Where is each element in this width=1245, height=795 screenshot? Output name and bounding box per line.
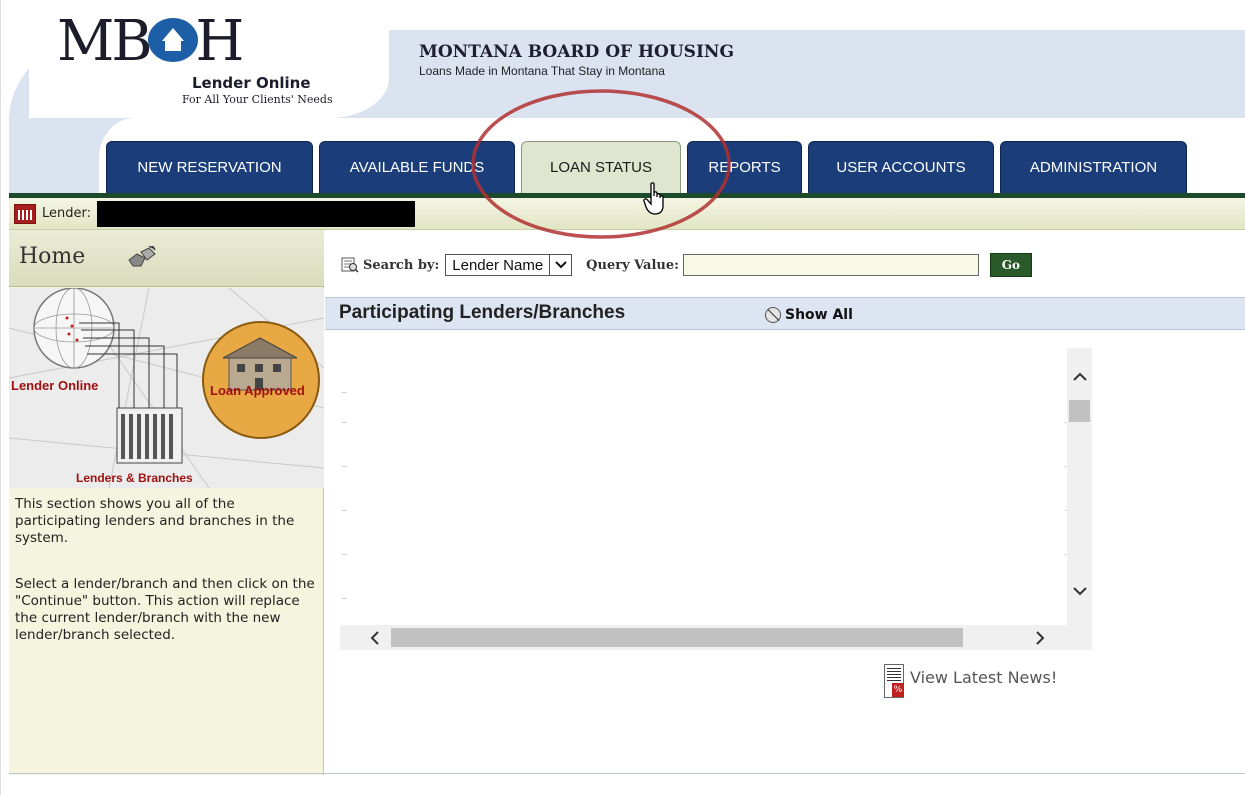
bank-icon bbox=[14, 203, 36, 224]
hand-cursor-icon bbox=[643, 182, 664, 215]
list-row-marker bbox=[342, 466, 347, 467]
tab-user-accounts[interactable]: USER ACCOUNTS bbox=[808, 141, 994, 193]
chevron-down-icon[interactable] bbox=[549, 255, 571, 275]
show-all-button[interactable]: Show All bbox=[765, 307, 853, 323]
lender-name-redacted bbox=[97, 200, 415, 227]
illustration-loan-approved: Loan Approved bbox=[210, 383, 305, 398]
section-header: Participating Lenders/Branches Show All bbox=[325, 297, 1245, 330]
tab-available-funds[interactable]: AVAILABLE FUNDS bbox=[319, 141, 515, 193]
search-binoculars-icon bbox=[341, 257, 359, 273]
list-row-marker bbox=[342, 392, 347, 393]
house-logo-icon bbox=[147, 17, 198, 62]
scroll-up-icon[interactable] bbox=[1067, 366, 1092, 386]
tab-administration[interactable]: ADMINISTRATION bbox=[1000, 141, 1187, 193]
vertical-scrollbar[interactable] bbox=[1067, 348, 1092, 625]
scroll-down-icon[interactable] bbox=[1067, 581, 1092, 601]
search-by-value[interactable]: Lender Name bbox=[446, 257, 549, 274]
list-row-marker bbox=[342, 510, 347, 511]
vertical-scroll-thumb[interactable] bbox=[1069, 400, 1090, 422]
logo-text-left: MB bbox=[57, 9, 152, 74]
news-document-icon[interactable] bbox=[884, 664, 904, 698]
view-latest-news-link[interactable]: View Latest News! bbox=[884, 664, 1057, 698]
lenders-list[interactable] bbox=[340, 348, 1092, 650]
lender-online-title: Lender Online bbox=[192, 74, 311, 92]
query-value-input[interactable] bbox=[682, 254, 979, 276]
show-all-label[interactable]: Show All bbox=[785, 307, 853, 323]
list-row-marker bbox=[342, 598, 347, 599]
scroll-right-icon[interactable] bbox=[1030, 627, 1050, 648]
view-latest-news-label[interactable]: View Latest News! bbox=[910, 668, 1057, 687]
list-row-marker bbox=[342, 554, 347, 555]
org-title: MONTANA BOARD OF HOUSING bbox=[419, 42, 734, 62]
show-all-icon[interactable] bbox=[765, 307, 781, 323]
illustration-lenders-branches: Lenders & Branches bbox=[76, 471, 193, 485]
mboh-logo: MB H bbox=[57, 9, 245, 74]
sidebar-instructions: Select a lender/branch and then click on… bbox=[15, 576, 315, 643]
list-row-marker bbox=[342, 422, 347, 423]
search-row: Search by: Lender Name Query Value: Go bbox=[341, 252, 1032, 278]
tab-new-reservation[interactable]: NEW RESERVATION bbox=[106, 141, 313, 193]
scroll-left-icon[interactable] bbox=[364, 627, 384, 648]
search-by-select[interactable]: Lender Name bbox=[445, 254, 573, 276]
lender-bar: Lender: bbox=[9, 198, 1245, 230]
sidebar-home[interactable]: Home bbox=[9, 230, 324, 287]
lender-label: Lender: bbox=[42, 206, 91, 221]
lender-online-subtitle: For All Your Clients' Needs bbox=[182, 93, 333, 106]
horizontal-scroll-thumb[interactable] bbox=[391, 628, 963, 647]
logo-text-right: H bbox=[195, 9, 245, 74]
lenders-branches-illustration: Lender Online Loan Approved Lenders & Br… bbox=[9, 288, 324, 488]
illustration-graphic: Lender Online Loan Approved Lenders & Br… bbox=[9, 288, 324, 488]
search-by-label: Search by: bbox=[363, 257, 440, 273]
sidebar-description: This section shows you all of the partic… bbox=[15, 496, 295, 546]
illustration-lender-online: Lender Online bbox=[11, 378, 98, 393]
section-title: Participating Lenders/Branches bbox=[339, 302, 626, 323]
home-handshake-icon[interactable] bbox=[127, 246, 157, 270]
footer-divider bbox=[9, 773, 1245, 774]
home-label[interactable]: Home bbox=[19, 244, 85, 269]
query-value-label: Query Value: bbox=[586, 257, 679, 273]
org-tagline: Loans Made in Montana That Stay in Monta… bbox=[419, 64, 665, 78]
tab-reports[interactable]: REPORTS bbox=[687, 141, 802, 193]
sidebar: Home Lender Online Loan Approved Lenders… bbox=[9, 230, 324, 775]
go-button[interactable]: Go bbox=[989, 253, 1032, 277]
horizontal-scrollbar[interactable] bbox=[340, 625, 1092, 650]
browser-page: MB H Lender Online For All Your Clients' … bbox=[0, 0, 1245, 795]
